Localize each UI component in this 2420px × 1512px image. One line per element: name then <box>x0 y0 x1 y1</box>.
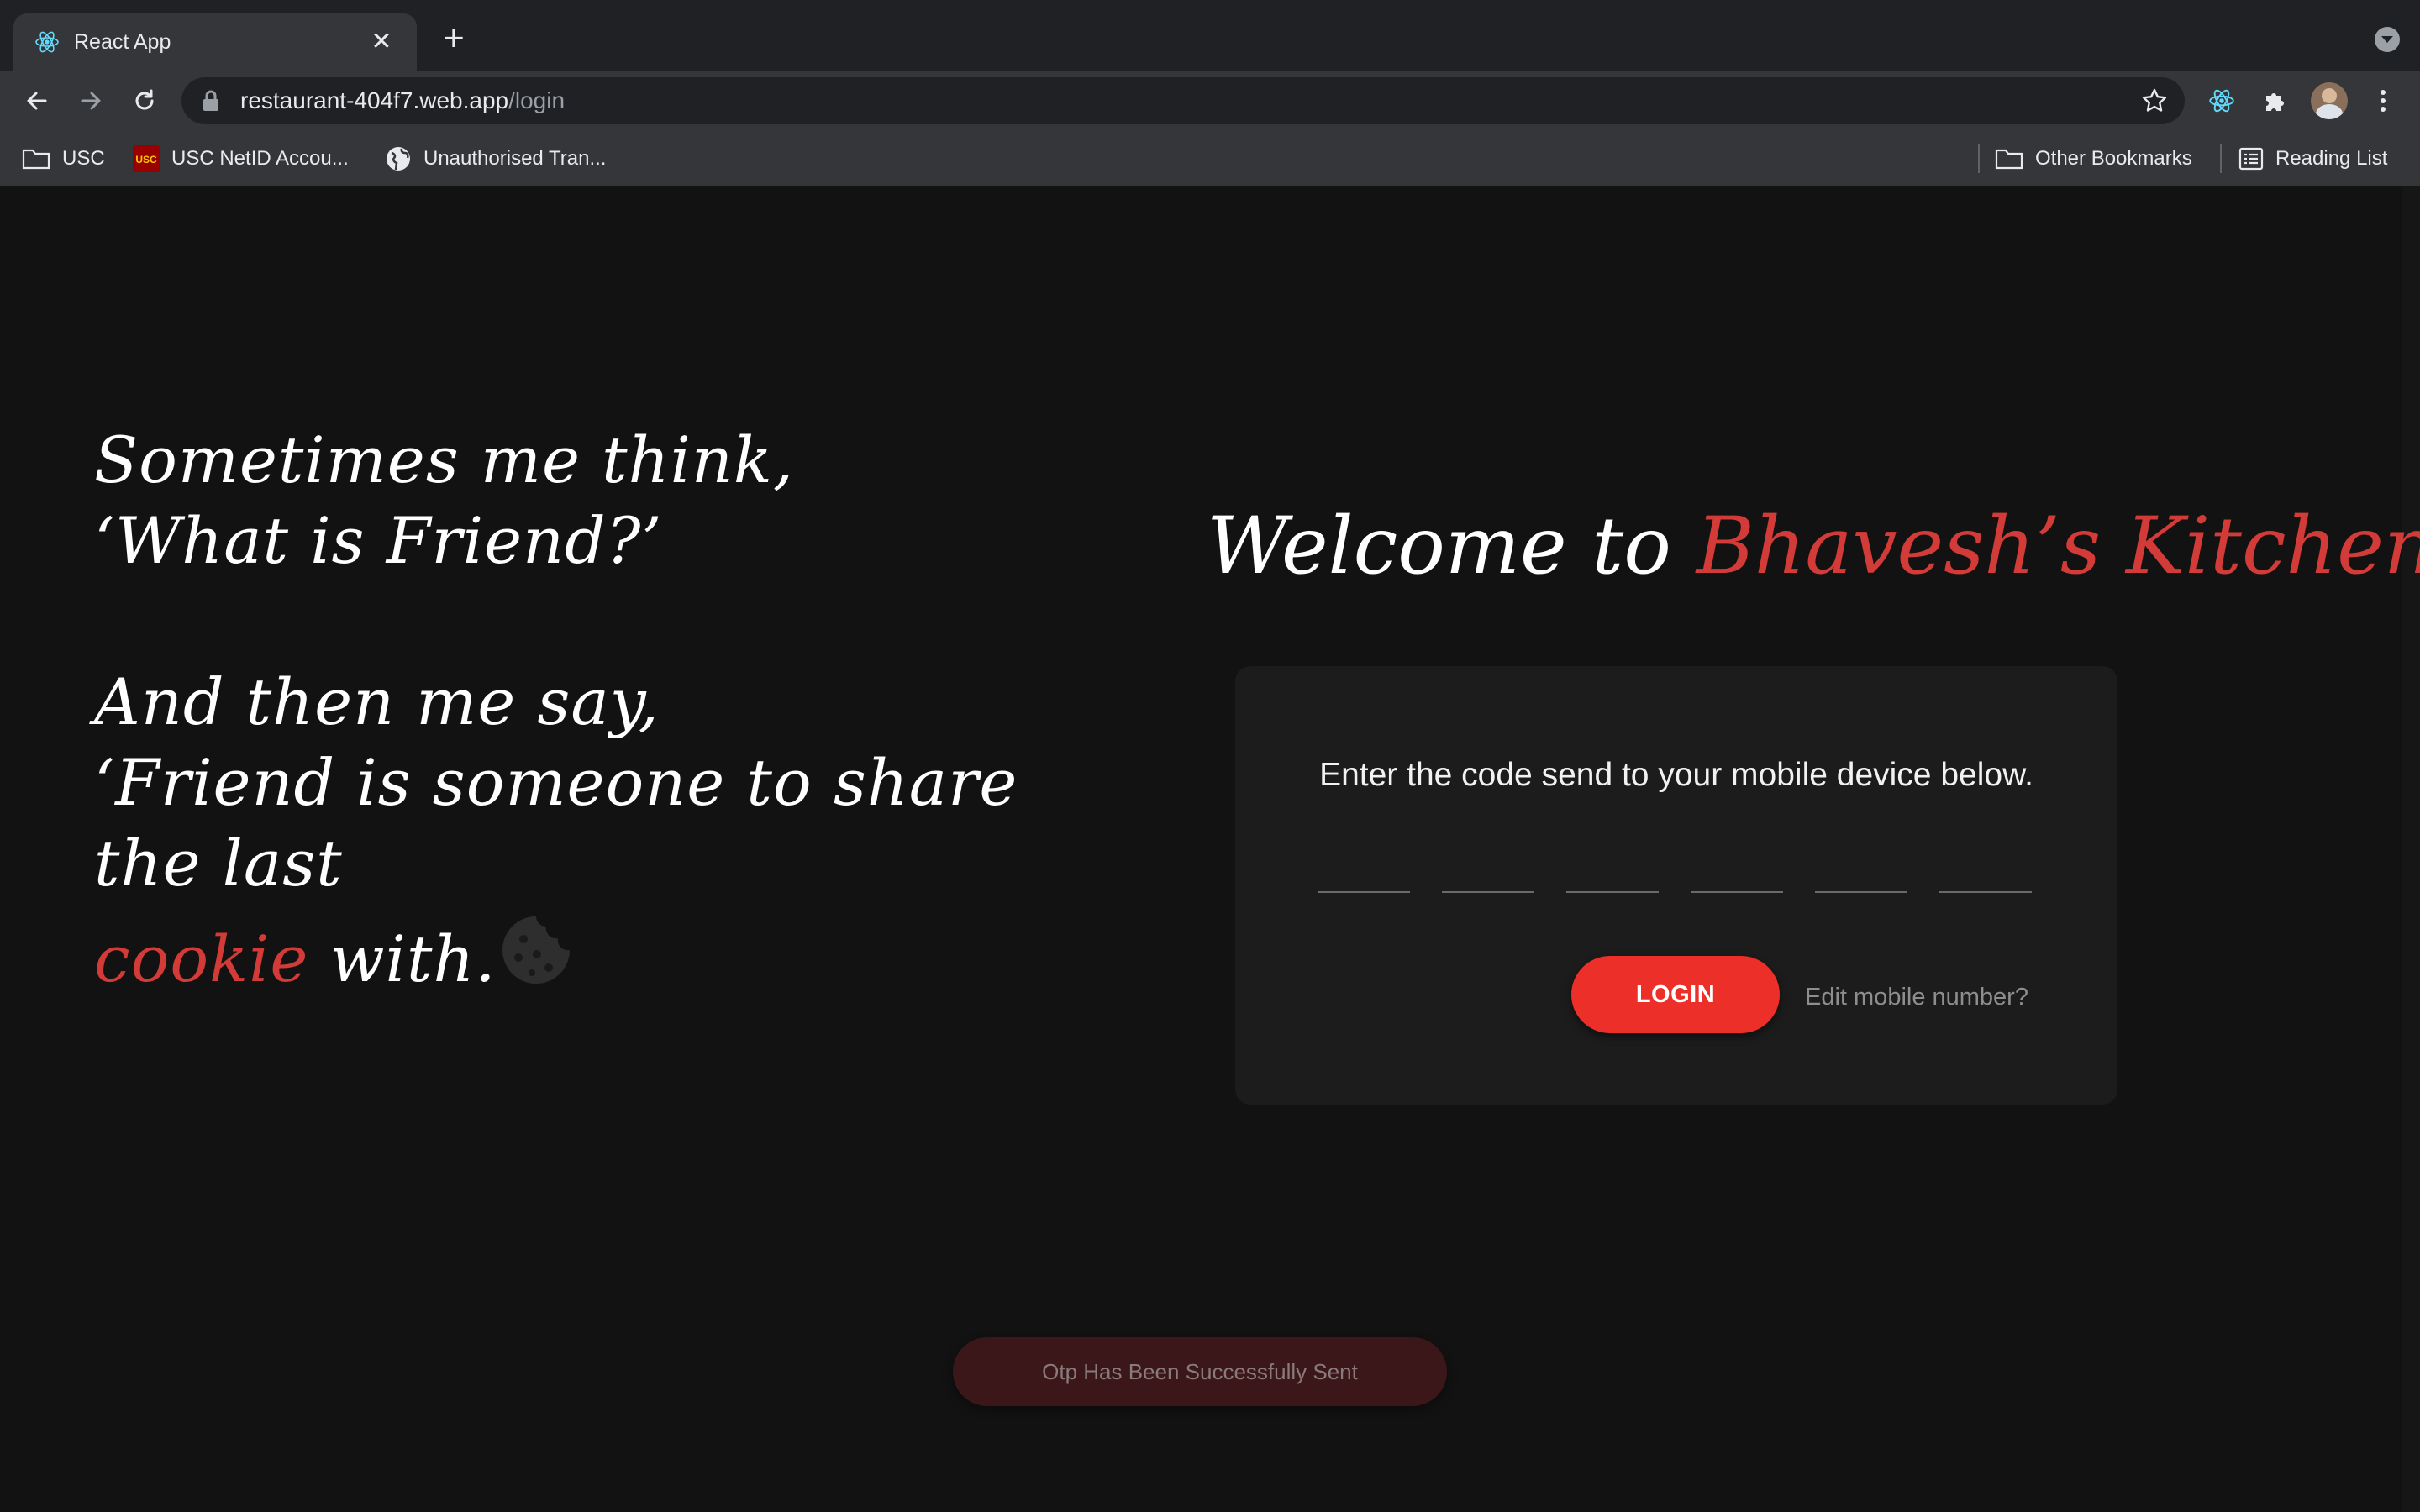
bookmark-unauthorised[interactable]: Unauthorised Tran... <box>385 141 606 176</box>
react-devtools-icon[interactable] <box>2202 81 2242 121</box>
plus-icon[interactable]: + <box>437 20 471 57</box>
other-bookmarks-label: Other Bookmarks <box>2035 147 2192 170</box>
otp-digit-1[interactable] <box>1318 851 1410 893</box>
cookie-highlight: cookie <box>94 921 309 996</box>
bookmark-usc[interactable]: USC <box>22 141 105 176</box>
otp-digit-2[interactable] <box>1442 851 1534 893</box>
otp-digit-3[interactable] <box>1566 851 1659 893</box>
reading-list-label: Reading List <box>2275 147 2388 170</box>
login-card: Enter the code send to your mobile devic… <box>1235 666 2118 1105</box>
usc-logo-icon: USC <box>133 145 160 172</box>
avatar[interactable] <box>2311 82 2348 119</box>
forward-icon[interactable] <box>71 81 111 121</box>
folder-icon <box>22 149 50 170</box>
otp-digit-6[interactable] <box>1939 851 2032 893</box>
edit-mobile-link[interactable]: Edit mobile number? <box>1805 984 2028 1011</box>
menu-icon[interactable] <box>2363 81 2403 121</box>
otp-instructions: Enter the code send to your mobile devic… <box>1319 757 2033 793</box>
otp-sent-toast: Otp Has Been Successfully Sent <box>953 1337 1447 1406</box>
puzzle-icon[interactable] <box>2255 81 2296 121</box>
bookmark-label: USC NetID Accou... <box>171 147 349 170</box>
browser-toolbar: restaurant-404f7.web.app/login <box>0 71 2420 131</box>
address-bar[interactable]: restaurant-404f7.web.app/login <box>182 77 2185 124</box>
globe-icon <box>387 147 410 171</box>
quote-line: And then me say, <box>94 664 660 739</box>
reload-icon[interactable] <box>124 81 165 121</box>
bookmark-label: USC <box>62 147 105 170</box>
folder-icon <box>1995 149 2023 170</box>
quote-line-final: cookie with. <box>94 914 1102 1000</box>
login-button[interactable]: LOGIN <box>1571 956 1780 1033</box>
otp-digit-4[interactable] <box>1691 851 1783 893</box>
url-path: /login <box>508 87 566 113</box>
bookmark-usc-netid[interactable]: USC USC NetID Accou... <box>133 141 349 176</box>
welcome-prefix: Welcome to <box>1207 501 1697 592</box>
url-host: restaurant-404f7.web.app <box>240 87 509 113</box>
bookmark-separator <box>1978 144 1980 173</box>
lock-icon[interactable] <box>202 90 220 112</box>
quote-line: ‘What is Friend?’ <box>94 503 663 578</box>
quote-line-end: with. <box>308 921 497 996</box>
browser-tab[interactable]: React App ✕ <box>13 13 417 71</box>
reading-list-icon <box>2238 147 2264 171</box>
cookie-icon <box>502 916 570 984</box>
svg-text:USC: USC <box>135 154 157 165</box>
react-icon <box>35 31 59 53</box>
tab-search-icon[interactable] <box>2375 27 2400 52</box>
other-bookmarks[interactable]: Other Bookmarks <box>1995 141 2192 176</box>
back-icon[interactable] <box>17 81 57 121</box>
quote-line: Sometimes me think, <box>94 423 795 497</box>
welcome-heading: Welcome to Bhavesh’s Kitchen <box>1207 501 2420 592</box>
toast-message: Otp Has Been Successfully Sent <box>1042 1358 1358 1384</box>
bookmarks-bar: USC USC USC NetID Accou... Unauthorised … <box>0 131 2420 186</box>
quote-line: ‘Friend is someone to share the last <box>94 745 1018 900</box>
friend-quote: Sometimes me think, ‘What is Friend?’ An… <box>94 420 1102 1000</box>
brand-name: Bhavesh’s Kitchen <box>1696 501 2420 592</box>
tab-strip: React App ✕ + <box>0 0 2420 71</box>
tab-title: React App <box>74 29 171 54</box>
star-icon[interactable] <box>2141 87 2168 114</box>
scrollbar[interactable] <box>2402 186 2420 1512</box>
otp-digit-5[interactable] <box>1815 851 1907 893</box>
reading-list[interactable]: Reading List <box>2238 141 2387 176</box>
bookmark-separator <box>2220 144 2222 173</box>
otp-input-row <box>1318 851 2037 893</box>
bookmark-label: Unauthorised Tran... <box>424 147 607 170</box>
close-icon[interactable]: ✕ <box>366 27 397 57</box>
